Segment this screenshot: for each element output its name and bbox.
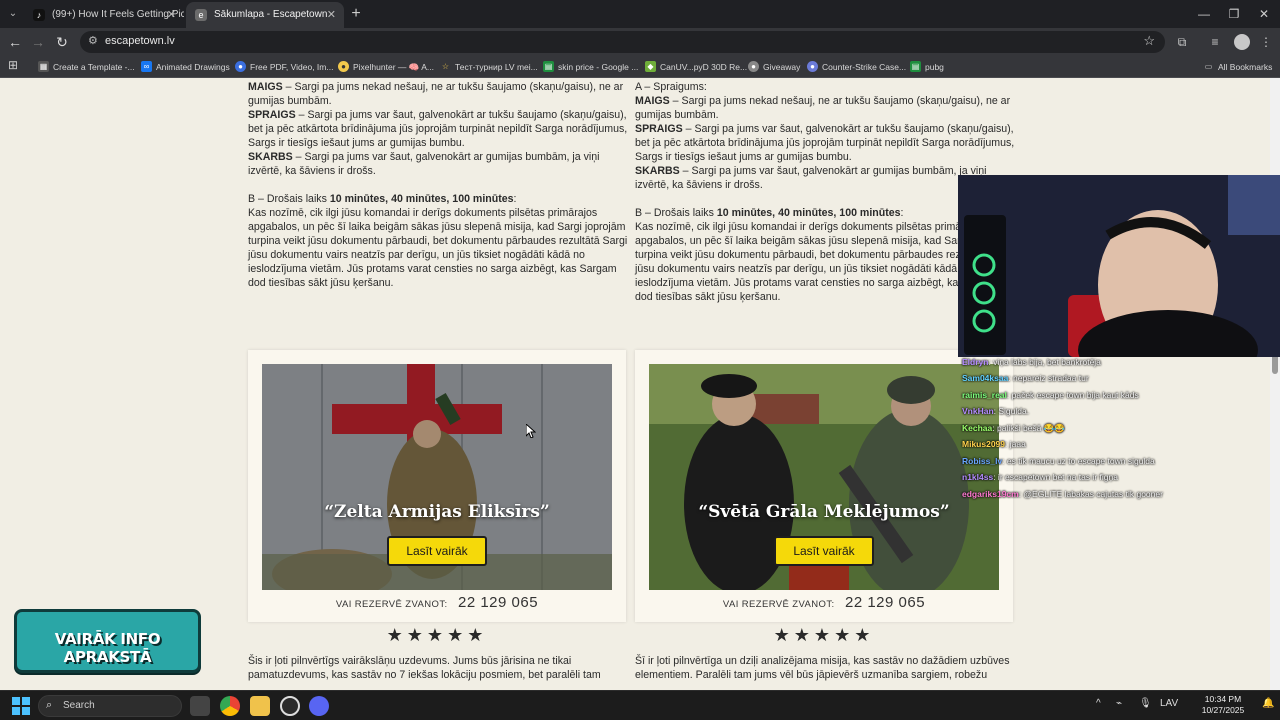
meta-icon: ∞ [141, 61, 152, 72]
sheets-icon: ▤ [910, 61, 921, 72]
bookmark-item[interactable]: ● Free PDF, Video, Im... [235, 60, 333, 74]
bookmark-item[interactable]: ◆ CanUV...pyD 30D Re... [645, 60, 747, 74]
bookmark-item[interactable]: ▦ Create a Template -... [38, 60, 135, 74]
bookmark-item[interactable]: ▤ skin price - Google ... [543, 60, 638, 74]
phone-label: VAI REZERVĒ ZVANOT: [335, 599, 448, 610]
bookmark-favicon-icon: ● [235, 61, 246, 72]
bookmark-favicon-icon: ● [807, 61, 818, 72]
tab-search-icon[interactable]: ⌄ [4, 6, 22, 22]
menu-kebab-icon[interactable]: ⋮ [1257, 33, 1275, 51]
chat-message: Mikus2099: jaaa [962, 439, 1026, 449]
mission-title: “Svētā Grāla Meklējumos” [698, 502, 950, 522]
mission-description: Šis ir ļoti pilnvērtīgs vairākslāņu uzde… [248, 655, 601, 681]
stream-chat-overlay: Eldryn: viņa labs bija, bet bankrotēja S… [958, 355, 1270, 505]
taskbar-search-input[interactable]: ⌕ Search [38, 695, 182, 717]
left-rules-text: MAIGS – Sargi pa jums nekad nešauj, ne a… [248, 81, 628, 289]
file-explorer-icon[interactable] [250, 696, 270, 716]
reload-icon[interactable]: ↻ [52, 32, 72, 52]
site-info-icon[interactable]: ⚙ [88, 34, 98, 47]
page-scrollbar[interactable] [1270, 78, 1280, 690]
address-bar[interactable]: ⚙ escapetown.lv ☆ [80, 31, 1165, 53]
task-view-icon[interactable] [190, 696, 210, 716]
windows-taskbar: ⌕ Search ^ ⌁ 🎙 LAV 10:34 PM 10/27/2025 🔔 [0, 690, 1280, 720]
read-more-button[interactable]: Lasīt vairāk [774, 536, 874, 566]
minimize-icon[interactable]: — [1190, 4, 1218, 24]
mission-card-grail: “Svētā Grāla Meklējumos” Lasīt vairāk VA… [635, 350, 1013, 622]
bookmark-item[interactable]: ● Giveaway [748, 60, 800, 74]
tab-youtube[interactable]: ♪ (99+) How It Feels Getting Picke ✕ [24, 2, 184, 28]
media-control-icon[interactable]: ≡ [1206, 33, 1224, 51]
tab-title: (99+) How It Feels Getting Picke [52, 9, 184, 20]
phone-label: VAI REZERVĒ ZVANOT: [722, 599, 835, 610]
bookmark-item[interactable]: ☆ Тест-турнир LV mei... [440, 60, 538, 74]
close-window-icon[interactable]: ✕ [1250, 4, 1278, 24]
extensions-icon[interactable]: ⧉ [1173, 33, 1191, 51]
tiktok-icon: ♪ [33, 9, 45, 21]
chat-message: Kechaa: palikši bešā 😂😂 [962, 423, 1065, 433]
streamer-webcam [958, 175, 1280, 357]
language-indicator[interactable]: LAV [1160, 698, 1178, 709]
notifications-icon[interactable]: 🔔 [1262, 698, 1274, 709]
read-more-button[interactable]: Lasīt vairāk [387, 536, 487, 566]
bookmark-item[interactable]: ● Counter-Strike Case... [807, 60, 906, 74]
bookmark-star-icon[interactable]: ☆ [1143, 33, 1155, 49]
webcam-image [958, 175, 1280, 357]
bookmark-favicon-icon: ◆ [645, 61, 656, 72]
rating-stars: ★★★★★ [773, 625, 875, 645]
browser-tab-bar: ⌄ ♪ (99+) How It Feels Getting Picke ✕ e… [0, 0, 1280, 28]
profile-avatar[interactable] [1234, 34, 1250, 50]
mission-photo[interactable]: “Svētā Grāla Meklējumos” Lasīt vairāk [649, 364, 999, 590]
info-in-description-badge: VAIRĀK INFO APRAKSTĀ [14, 609, 201, 673]
tray-overflow-icon[interactable]: ^ [1096, 698, 1101, 709]
forward-arrow-icon[interactable]: → [28, 32, 48, 52]
close-tab-icon[interactable]: ✕ [167, 2, 176, 28]
obs-icon[interactable] [280, 696, 300, 716]
phone-booking-row: VAI REZERVĒ ZVANOT: 22 129 065 [635, 594, 1013, 612]
chat-message: Sam04ksaa: nepareiz stradaa tur [962, 373, 1089, 383]
bookmark-favicon-icon: ● [338, 61, 349, 72]
new-tab-plus-icon[interactable]: + [346, 4, 366, 24]
chat-message: edgariks19cm: @EGLITE labakas cajutas ti… [962, 489, 1163, 499]
rating-stars: ★★★★★ [386, 625, 488, 645]
mouse-cursor-icon [526, 424, 536, 438]
back-arrow-icon[interactable]: ← [5, 32, 25, 52]
chat-message: n1kl4ss: ir escapetown bet na tas ir fig… [962, 472, 1118, 482]
chat-message: raimis_real: paček escape town bija kaut… [962, 390, 1139, 400]
chat-message: Eldryn: viņa labs bija, bet bankrotēja [962, 357, 1101, 367]
restore-icon[interactable]: ❐ [1220, 4, 1248, 24]
bookmark-item[interactable]: ▤ pubg [910, 60, 944, 74]
taskbar-clock[interactable]: 10:34 PM 10/27/2025 [1196, 694, 1250, 716]
tab-title: Sākumlapa - Escapetown [214, 9, 328, 20]
apps-grid-icon[interactable]: ⊞ [8, 58, 18, 72]
bookmark-item[interactable]: ∞ Animated Drawings [141, 60, 230, 74]
tab-escapetown[interactable]: e Sākumlapa - Escapetown ✕ [186, 2, 344, 28]
phone-booking-row: VAI REZERVĒ ZVANOT: 22 129 065 [248, 594, 626, 612]
search-icon: ⌕ [46, 699, 53, 711]
bookmark-item[interactable]: ● Pixelhunter — 🧠 A... [338, 60, 434, 74]
browser-toolbar: ← → ↻ ⚙ escapetown.lv ☆ ⧉ ≡ ⋮ [0, 28, 1280, 56]
mission-title: “Zelta Armijas Eliksīrs” [324, 502, 550, 522]
mission-description: Šī ir ļoti pilnvērtīga un dziļi analizēj… [635, 655, 1010, 681]
sheets-icon: ▤ [543, 61, 554, 72]
chrome-icon[interactable] [220, 696, 240, 716]
phone-number[interactable]: 22 129 065 [845, 594, 925, 611]
network-icon[interactable]: ⌁ [1116, 698, 1122, 709]
all-bookmarks-folder[interactable]: ▭ All Bookmarks [1203, 60, 1273, 74]
star-icon: ☆ [441, 62, 450, 71]
folder-icon: ▭ [1204, 62, 1213, 71]
bookmark-favicon-icon: ▦ [38, 61, 49, 72]
discord-icon[interactable] [309, 696, 329, 716]
windows-start-icon[interactable] [12, 697, 30, 715]
escapetown-favicon-icon: e [195, 9, 207, 21]
bookmarks-bar: ⊞ ▦ Create a Template -... ∞ Animated Draw… [0, 56, 1280, 78]
mission-card-elixir: “Zelta Armijas Eliksīrs” Lasīt vairāk VA… [248, 350, 626, 622]
url-text: escapetown.lv [105, 35, 175, 47]
chat-message: VnkHan: Sigulda. [962, 406, 1030, 416]
microphone-icon[interactable]: 🎙 [1139, 698, 1152, 709]
phone-number[interactable]: 22 129 065 [458, 594, 538, 611]
chat-message: Robiss_lv: es tik maucu uz to escape tow… [962, 456, 1155, 466]
close-tab-icon[interactable]: ✕ [327, 2, 336, 28]
bookmark-favicon-icon: ● [748, 61, 759, 72]
mission-photo[interactable]: “Zelta Armijas Eliksīrs” Lasīt vairāk [262, 364, 612, 590]
